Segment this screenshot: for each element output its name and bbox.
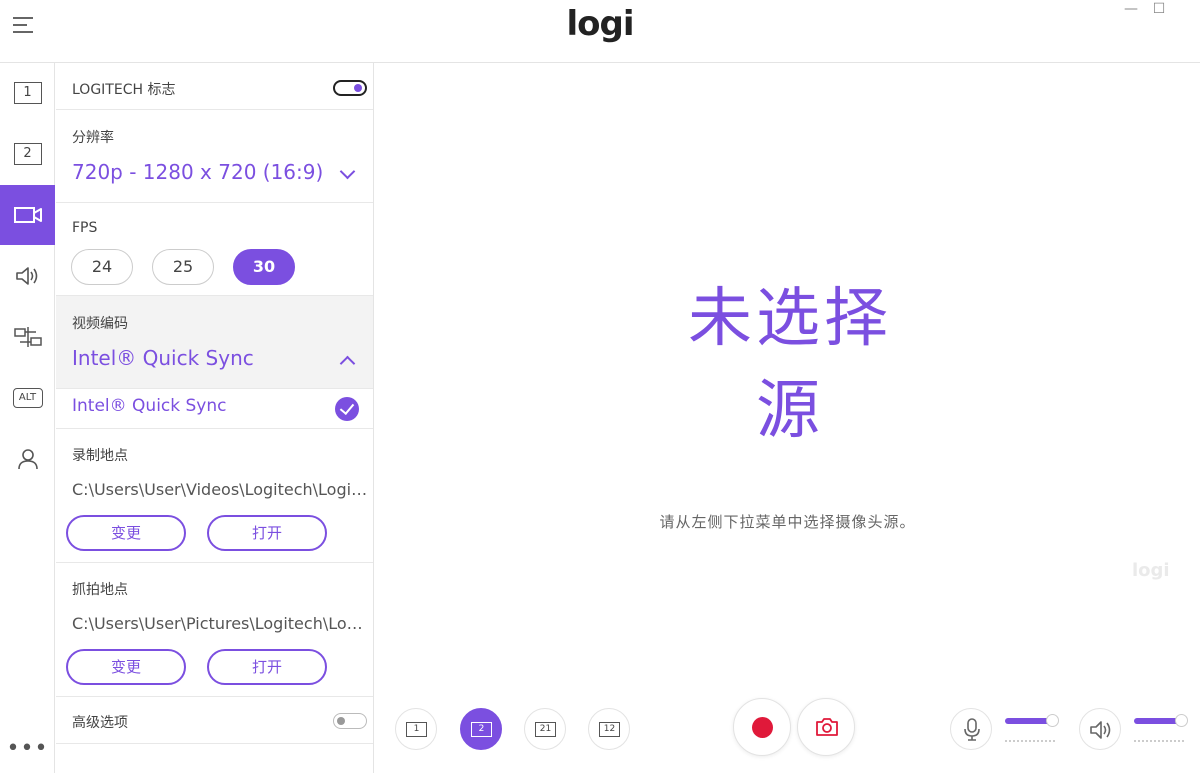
snapshot-button[interactable] xyxy=(797,698,855,756)
maximize-button[interactable]: ☐ xyxy=(1146,0,1172,18)
chevron-up-icon[interactable] xyxy=(339,355,356,372)
microphone-icon xyxy=(964,718,980,741)
sidebar-item-camera[interactable] xyxy=(0,185,55,245)
sidebar-item-layout-2[interactable]: 2 xyxy=(0,124,55,184)
title-bar: logi — ☐ xyxy=(0,0,1200,63)
sidebar-item-audio[interactable] xyxy=(0,246,55,306)
layout-pip-right-button[interactable]: 12 xyxy=(588,708,630,750)
fps-30-button[interactable]: 30 xyxy=(233,249,295,285)
user-icon xyxy=(17,449,38,470)
encoder-option[interactable]: Intel® Quick Sync xyxy=(56,389,373,429)
encoder-option-label: Intel® Quick Sync xyxy=(72,396,227,416)
more-icon[interactable]: ••• xyxy=(0,736,55,761)
fps-label: FPS xyxy=(72,220,98,236)
sidebar-item-alt[interactable]: ALT xyxy=(0,368,55,428)
advanced-options-row: 高级选项 xyxy=(56,697,373,744)
no-source-hint: 请从左侧下拉菜单中选择摄像头源。 xyxy=(659,513,916,531)
layout-pip-left-button[interactable]: 21 xyxy=(524,708,566,750)
record-button[interactable] xyxy=(733,698,791,756)
record-change-button[interactable]: 变更 xyxy=(66,515,186,551)
layout-pip-right-icon: 12 xyxy=(599,722,620,737)
resolution-dropdown[interactable]: 720p - 1280 x 720 (16:9) xyxy=(72,160,323,184)
resolution-section: 分辨率 720p - 1280 x 720 (16:9) xyxy=(56,110,373,203)
toggle-knob xyxy=(337,717,345,725)
layout-dual-button[interactable]: 2 xyxy=(460,708,502,750)
icon-sidebar: 1 2 ALT ••• xyxy=(0,63,55,773)
toggle-knob xyxy=(354,84,362,92)
sidebar-item-account[interactable] xyxy=(0,429,55,489)
capture-location-label: 抓拍地点 xyxy=(72,582,128,598)
advanced-options-label: 高级选项 xyxy=(72,715,128,731)
slider-thumb[interactable] xyxy=(1175,714,1188,727)
chevron-down-icon[interactable] xyxy=(339,163,356,180)
camera-snapshot-icon xyxy=(816,718,838,736)
transition-icon xyxy=(13,327,42,347)
minimize-button[interactable]: — xyxy=(1118,0,1144,18)
encoder-label: 视频编码 xyxy=(72,316,128,332)
record-location-path: C:\Users\User\Videos\Logitech\LogiCaptur… xyxy=(72,480,368,499)
slider-thumb[interactable] xyxy=(1046,714,1059,727)
speaker-button[interactable] xyxy=(1079,708,1121,750)
record-icon xyxy=(752,717,773,738)
speaker-icon xyxy=(1090,721,1111,739)
encoder-dropdown[interactable]: Intel® Quick Sync xyxy=(72,346,254,370)
no-source-title: 未选择源 xyxy=(688,282,892,448)
layout-pip-left-icon: 21 xyxy=(535,722,556,737)
alt-icon: ALT xyxy=(12,388,43,408)
encoder-section: 视频编码 Intel® Quick Sync xyxy=(56,296,373,389)
capture-change-button[interactable]: 变更 xyxy=(66,649,186,685)
speaker-level-meter xyxy=(1134,740,1184,742)
record-location-label: 录制地点 xyxy=(72,448,128,464)
layout-single-icon: 1 xyxy=(406,722,427,737)
logo-toggle[interactable] xyxy=(333,80,367,96)
capture-location-section: 抓拍地点 C:\Users\User\Pictures\Logitech\Log… xyxy=(56,563,373,697)
logi-logo: logi xyxy=(566,4,634,44)
layout-1-icon: 1 xyxy=(13,82,42,104)
video-camera-icon xyxy=(13,207,42,223)
check-icon xyxy=(335,397,359,421)
capture-location-path: C:\Users\User\Pictures\Logitech\LogiCapt… xyxy=(72,614,368,633)
record-open-button[interactable]: 打开 xyxy=(207,515,327,551)
fps-24-button[interactable]: 24 xyxy=(71,249,133,285)
capture-open-button[interactable]: 打开 xyxy=(207,649,327,685)
camera-settings-panel: LOGITECH 标志 分辨率 720p - 1280 x 720 (16:9)… xyxy=(56,63,374,773)
layout-single-button[interactable]: 1 xyxy=(395,708,437,750)
speaker-volume-slider[interactable] xyxy=(1134,714,1188,727)
fps-25-button[interactable]: 25 xyxy=(152,249,214,285)
sidebar-item-transitions[interactable] xyxy=(0,307,55,367)
logo-toggle-label: LOGITECH 标志 xyxy=(72,82,176,98)
sidebar-item-layout-1[interactable]: 1 xyxy=(0,63,55,123)
microphone-button[interactable] xyxy=(950,708,992,750)
logo-toggle-row: LOGITECH 标志 xyxy=(56,63,373,110)
speaker-icon xyxy=(15,267,37,285)
layout-dual-icon: 2 xyxy=(471,722,492,737)
logi-watermark: logi xyxy=(1132,560,1170,581)
layout-2-icon: 2 xyxy=(13,143,42,165)
microphone-volume-slider[interactable] xyxy=(1005,714,1059,727)
microphone-level-meter xyxy=(1005,740,1055,742)
advanced-options-toggle[interactable] xyxy=(333,713,367,729)
preview-area: 未选择源 请从左侧下拉菜单中选择摄像头源。 logi 1 2 21 12 xyxy=(375,63,1200,773)
resolution-label: 分辨率 xyxy=(72,130,114,146)
record-location-section: 录制地点 C:\Users\User\Videos\Logitech\LogiC… xyxy=(56,429,373,563)
